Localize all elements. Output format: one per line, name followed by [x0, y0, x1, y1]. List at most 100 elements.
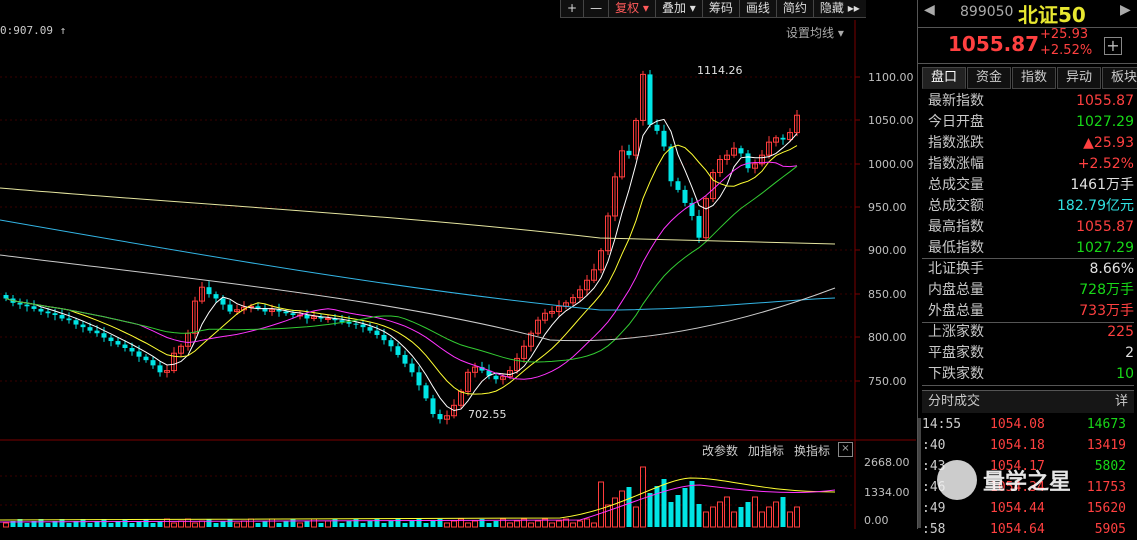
- detail-button[interactable]: 详: [1115, 391, 1128, 413]
- tick-time: 14:55: [922, 417, 962, 432]
- volume-ma-line: [0, 484, 836, 523]
- stat-value: 1027.29: [1076, 114, 1134, 130]
- low-annotation: 702.55: [468, 408, 507, 421]
- volume-bar: [556, 520, 562, 528]
- scrollbar[interactable]: [918, 418, 921, 528]
- volume-bar: [381, 523, 387, 527]
- volume-bar: [703, 511, 709, 528]
- quote-side-panel: 899050 北证50 ◀ ▶ 1055.87 +25.93 +2.52% + …: [917, 0, 1137, 537]
- candle-body: [409, 363, 415, 373]
- high-annotation: 1114.26: [697, 64, 743, 77]
- tab-bankuai[interactable]: 板块: [1102, 67, 1137, 89]
- wechat-icon: [937, 460, 977, 500]
- volume-bar: [612, 497, 618, 528]
- stat-row: 最低指数 1027.29: [926, 238, 1134, 259]
- volume-ma-line: [0, 477, 836, 521]
- candle-body: [31, 306, 37, 309]
- kline-chart-panel[interactable]: + — 复权 ▾ 叠加 ▾ 筹码 画线 简约 隐藏 ▸▸ 0:907.09 ↑ …: [0, 0, 916, 529]
- volume-bar: [745, 502, 751, 527]
- ma250-line: [0, 254, 836, 342]
- candle-body: [17, 302, 23, 305]
- candle-body: [115, 341, 121, 345]
- candle-body: [745, 153, 751, 169]
- stat-row: 平盘家数 2: [926, 343, 1134, 364]
- volume-bar: [262, 521, 268, 527]
- candle-body: [738, 148, 744, 154]
- tick-row: 14:55 1054.08 14673: [918, 414, 1134, 435]
- tick-price: 1054.18: [990, 438, 1045, 453]
- volume-bar: [388, 521, 394, 527]
- candle-body: [437, 414, 443, 420]
- tick-time: :49: [922, 501, 946, 516]
- volume-bar: [654, 486, 660, 527]
- volume-bar: [528, 522, 534, 528]
- volume-bar: [486, 523, 492, 527]
- stat-row: 下跌家数 10: [926, 364, 1134, 385]
- volume-bar: [647, 493, 653, 527]
- stat-label: 最新指数: [928, 93, 984, 109]
- candle-body: [304, 314, 310, 319]
- candle-body: [101, 333, 107, 338]
- tick-row: :49 1054.44 15620: [918, 498, 1134, 519]
- stat-value: ▲25.93: [1083, 135, 1134, 151]
- volume-bar: [591, 522, 597, 528]
- tab-zhishu[interactable]: 指数: [1012, 67, 1056, 89]
- stat-value: 1461万手: [1070, 177, 1134, 193]
- tick-vol: 11753: [1086, 480, 1126, 495]
- volume-bar: [206, 519, 212, 527]
- volume-bar: [682, 488, 688, 527]
- watermark: 量学之星: [937, 460, 1071, 500]
- volume-bar: [402, 523, 408, 527]
- tick-vol: 15620: [1086, 501, 1126, 516]
- add-indicator-button[interactable]: 加指标: [748, 442, 784, 459]
- stat-value: 1027.29: [1076, 240, 1134, 256]
- chevron-right-icon[interactable]: ▶: [1120, 2, 1131, 24]
- volume-bar: [192, 522, 198, 528]
- candle-body: [220, 298, 226, 305]
- volume-bar: [626, 487, 632, 527]
- volume-bar: [339, 523, 345, 527]
- stat-label: 最低指数: [928, 240, 984, 256]
- stat-value: 733万手: [1079, 303, 1134, 319]
- candle-body: [325, 317, 331, 320]
- tab-yidong[interactable]: 异动: [1057, 67, 1101, 89]
- tab-pankou[interactable]: 盘口: [922, 67, 966, 89]
- stat-value: 728万手: [1079, 282, 1134, 298]
- volume-bar: [241, 520, 247, 528]
- switch-indicator-button[interactable]: 换指标: [794, 442, 830, 459]
- candle-body: [94, 330, 100, 334]
- candle-body: [353, 323, 359, 325]
- stat-label: 下跌家数: [928, 366, 984, 382]
- tab-zijin[interactable]: 资金: [967, 67, 1011, 89]
- index-code: 899050: [960, 4, 1014, 20]
- price-tick: 1000.00: [868, 158, 914, 171]
- edit-params-button[interactable]: 改参数: [702, 442, 738, 459]
- volume-bar: [248, 518, 254, 528]
- candle-body: [45, 311, 51, 314]
- candle-body: [73, 320, 79, 325]
- volume-bar: [472, 520, 478, 528]
- stat-row: 内盘总量 728万手: [926, 280, 1134, 301]
- price-tick: 900.00: [868, 244, 907, 257]
- volume-bar: [752, 496, 758, 528]
- volume-bar: [465, 522, 471, 528]
- stat-value: 2: [1125, 345, 1134, 361]
- volume-bar: [409, 521, 415, 527]
- stat-value: +2.52%: [1077, 156, 1134, 172]
- volume-bar: [360, 523, 366, 527]
- volume-bar: [430, 521, 436, 527]
- price-tick: 1100.00: [868, 71, 914, 84]
- last-price: 1055.87: [948, 32, 1040, 56]
- candle-body: [143, 356, 149, 361]
- volume-bar: [444, 522, 450, 528]
- add-watchlist-button[interactable]: +: [1104, 37, 1122, 55]
- volume-bar: [731, 511, 737, 528]
- candle-body: [416, 372, 422, 386]
- volume-bar: [346, 521, 352, 527]
- candle-body: [430, 398, 436, 415]
- tick-price: 1054.64: [990, 522, 1045, 537]
- close-icon[interactable]: ×: [838, 442, 853, 457]
- candle-body: [367, 327, 373, 331]
- volume-bar: [661, 479, 667, 527]
- chevron-left-icon[interactable]: ◀: [924, 2, 935, 24]
